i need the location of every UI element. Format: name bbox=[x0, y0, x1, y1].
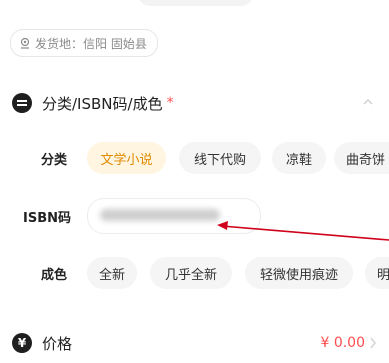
price-value: ¥ 0.00 bbox=[320, 335, 365, 351]
chevron-right-icon bbox=[370, 337, 376, 349]
condition-option-light-use[interactable]: 轻微使用痕迹 bbox=[245, 257, 353, 289]
annotation-arrow bbox=[217, 221, 389, 241]
yen-icon: ¥ bbox=[12, 333, 32, 353]
condition-option-new[interactable]: 全新 bbox=[87, 257, 137, 289]
condition-option-like-new[interactable]: 几乎全新 bbox=[150, 257, 232, 289]
condition-option-more[interactable]: 明 bbox=[365, 257, 389, 289]
condition-row-label: 成色 bbox=[41, 268, 68, 283]
price-label: 价格 bbox=[42, 334, 73, 353]
price-row[interactable]: ¥ 价格 ¥ 0.00 bbox=[12, 330, 389, 356]
